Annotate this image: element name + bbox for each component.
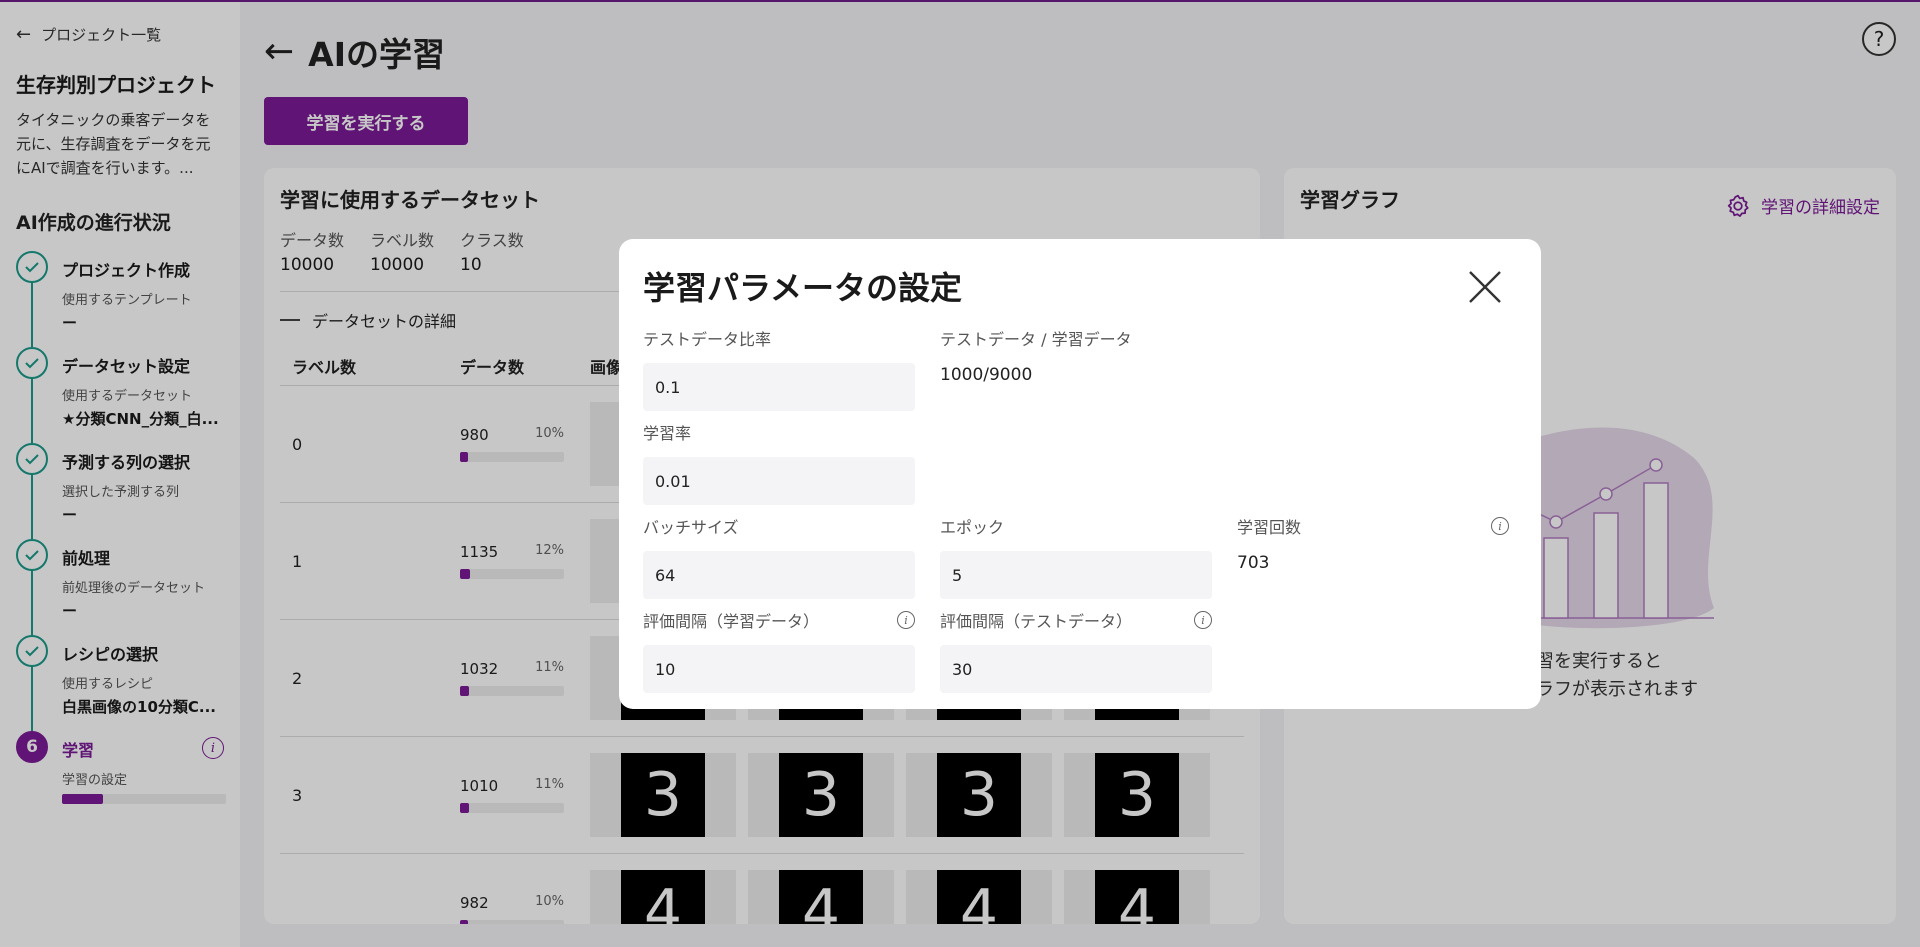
info-icon[interactable]: i bbox=[1491, 517, 1509, 535]
field-label: 学習率 bbox=[643, 424, 692, 443]
close-icon[interactable] bbox=[1467, 269, 1503, 305]
field-label-text: 評価間隔（テストデータ） bbox=[940, 612, 1133, 631]
field-label: エポック bbox=[940, 518, 1005, 537]
learning-rate-input[interactable] bbox=[643, 457, 915, 505]
field-label: 学習回数 i bbox=[1237, 515, 1509, 537]
iterations-value: 703 bbox=[1237, 553, 1270, 573]
training-parameters-modal: 学習パラメータの設定 テストデータ比率 テストデータ / 学習データ 1000/… bbox=[619, 239, 1541, 709]
info-icon[interactable]: i bbox=[897, 611, 915, 629]
epoch-field: エポック bbox=[940, 515, 1212, 599]
eval-test-field: 評価間隔（テストデータ） i bbox=[940, 609, 1212, 693]
eval-train-input[interactable] bbox=[643, 645, 915, 693]
field-label-text: 評価間隔（学習データ） bbox=[643, 612, 820, 631]
learning-rate-field: 学習率 bbox=[643, 421, 915, 505]
field-label: テストデータ / 学習データ bbox=[940, 330, 1132, 349]
field-label: 評価間隔（学習データ） i bbox=[643, 609, 915, 631]
field-label-text: 学習回数 bbox=[1237, 518, 1302, 537]
eval-train-field: 評価間隔（学習データ） i bbox=[643, 609, 915, 693]
info-icon[interactable]: i bbox=[1194, 611, 1212, 629]
iterations-field: 学習回数 i 703 bbox=[1237, 515, 1509, 599]
split-field: テストデータ / 学習データ 1000/9000 bbox=[940, 327, 1212, 411]
eval-test-input[interactable] bbox=[940, 645, 1212, 693]
field-label: 評価間隔（テストデータ） i bbox=[940, 609, 1212, 631]
test-ratio-field: テストデータ比率 bbox=[643, 327, 915, 411]
field-label: バッチサイズ bbox=[643, 518, 739, 537]
test-ratio-input[interactable] bbox=[643, 363, 915, 411]
epoch-input[interactable] bbox=[940, 551, 1212, 599]
field-label: テストデータ比率 bbox=[643, 330, 772, 349]
batch-size-input[interactable] bbox=[643, 551, 915, 599]
batch-size-field: バッチサイズ bbox=[643, 515, 915, 599]
split-value: 1000/9000 bbox=[940, 365, 1033, 385]
modal-title: 学習パラメータの設定 bbox=[643, 269, 963, 307]
